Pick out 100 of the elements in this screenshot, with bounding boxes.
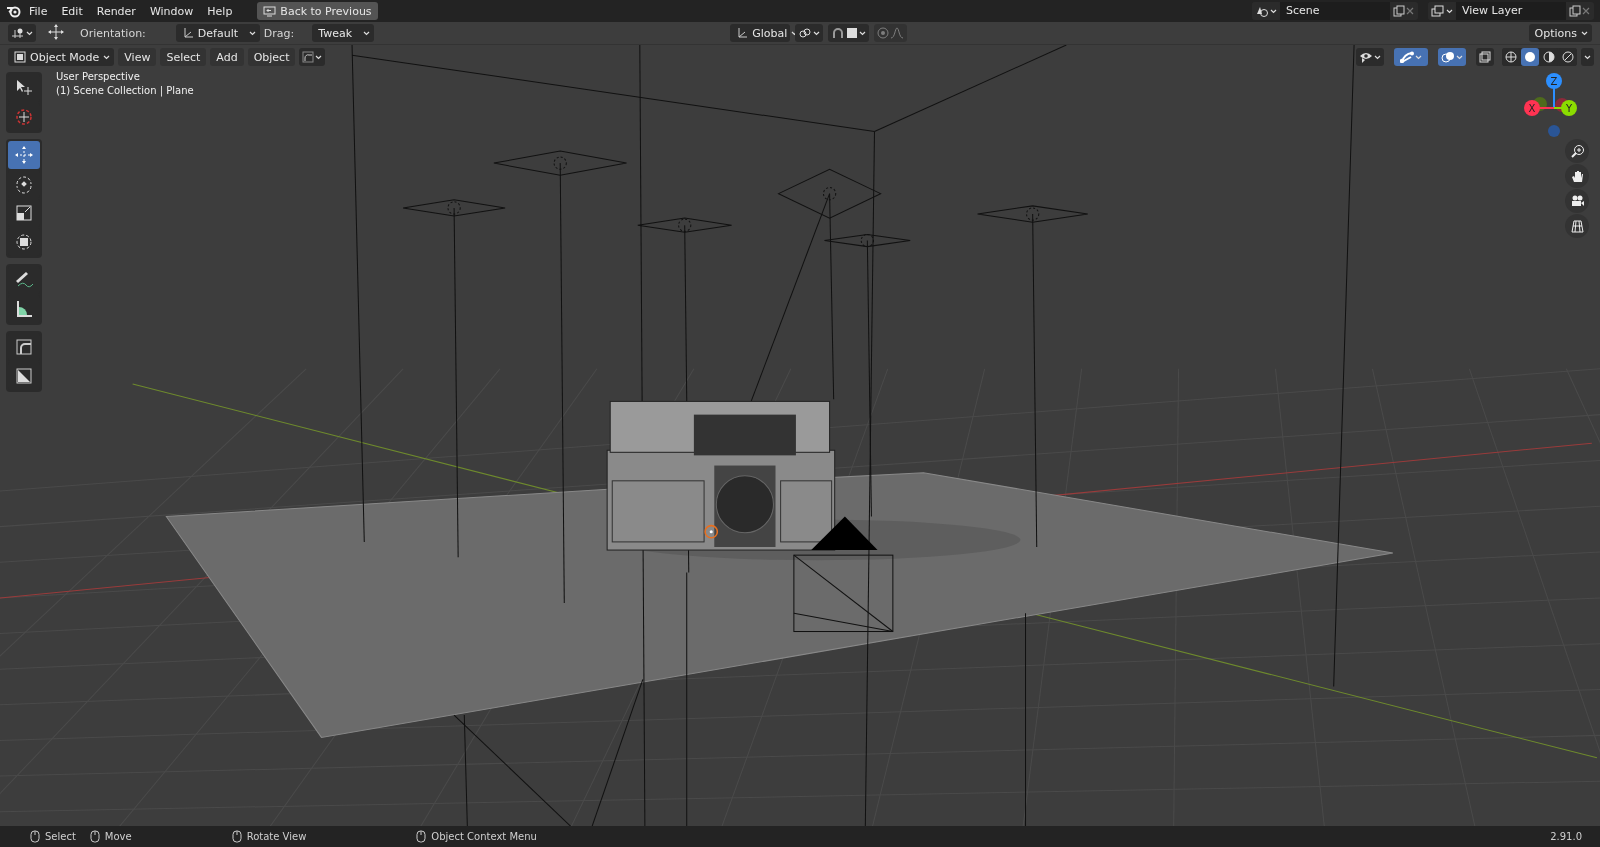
monitor-icon [263,5,277,17]
close-icon [1581,6,1591,16]
menu-item[interactable]: Select [160,48,207,66]
status-hint: Rotate View [246,831,307,842]
menu-item[interactable]: File [22,2,55,20]
camera-icon [1569,193,1585,209]
back-to-previous-button[interactable]: Back to Previous [257,2,378,20]
caret-icon [1270,8,1277,14]
viewport-navigation-button[interactable] [1565,214,1589,238]
menu-item[interactable]: Add [210,48,244,66]
proportional-editing-toggle[interactable] [874,24,908,42]
menu-item[interactable]: Render [89,2,143,20]
shading-mode-button[interactable] [1559,48,1577,66]
version-label: 2.91.0 [1550,831,1582,842]
drag-label: Drag: [262,26,296,40]
gizmo-arrows-icon [1400,51,1414,63]
hand-icon [1569,168,1585,184]
material-sphere-icon [1543,51,1555,63]
layers-icon [1431,5,1445,17]
mouse-icon [416,830,427,843]
menu-item[interactable]: Object [247,48,296,66]
menu-item[interactable]: View [118,48,157,66]
xray-toggle[interactable] [1476,48,1494,66]
corner-tool-icon [13,336,35,358]
close-icon [1405,6,1415,16]
solid-sphere-icon [1524,51,1536,63]
duplicate-icon [1393,5,1405,17]
magnet-icon [831,27,846,39]
tool-settings-menu[interactable] [8,24,36,42]
link-icon [798,27,813,39]
view-perspective-label: User Perspective [56,71,141,82]
status-hint: Select [45,831,76,842]
caret-icon [1446,8,1453,14]
zoom-icon [1569,143,1585,159]
menu-item[interactable]: Edit [54,2,90,20]
options-dropdown[interactable]: Options [1528,24,1592,42]
falloff-curve-icon [890,27,905,39]
caret-icon [859,30,867,36]
caret-icon [363,30,371,36]
overlapping-circles-icon [1441,51,1455,63]
rendered-sphere-icon [1562,51,1574,63]
axes-icon [736,27,749,39]
mode-dropdown[interactable]: Object Mode [8,48,115,66]
caret-icon [1374,54,1381,60]
gizmo-toggle[interactable] [1394,48,1428,66]
caret-icon [26,30,33,36]
viewport-navigation-button[interactable] [1565,164,1589,188]
drag-dropdown[interactable]: Tweak [312,24,375,42]
xray-icon [1479,51,1491,63]
viewport-navigation-button[interactable] [1565,139,1589,163]
move-tool-icon [13,144,35,166]
mouse-icon [30,830,40,843]
curve-icon [302,51,315,63]
negative-axis-handle[interactable] [1548,125,1560,137]
scale-tool-icon [13,202,35,224]
data-block-menu[interactable] [1428,2,1456,20]
shading-mode-button[interactable] [1540,48,1558,66]
eye-pointer-icon [1359,51,1373,63]
grid-icon [1569,218,1585,234]
scene-name-field[interactable]: Scene [1280,2,1390,20]
shading-mode-button[interactable] [1502,48,1520,66]
viewport-navigation-button[interactable] [1565,189,1589,213]
caret-icon [1456,54,1463,60]
caret-icon [248,30,256,36]
transform-tool-icon [13,231,35,253]
pivot-point-menu[interactable] [795,24,824,42]
menu-item[interactable]: Help [200,2,240,20]
snap-toggle[interactable] [828,24,870,42]
active-object-label: (1) Scene Collection | Plane [56,85,194,96]
overlays-toggle[interactable] [1438,48,1466,66]
square-icon [846,27,859,39]
duplicate-icon [1569,5,1581,17]
cube-icon [14,51,26,63]
mouse-icon [231,830,242,843]
orientation-dropdown[interactable]: Default [175,24,260,42]
tool-icon [11,27,25,39]
dot-circle-icon [877,27,890,39]
shading-options-menu[interactable] [1581,48,1594,66]
app-logo-icon [6,4,22,18]
visibility-menu[interactable] [1356,48,1384,66]
caret-icon [1581,30,1588,36]
mouse-icon [89,830,100,843]
transform-affect-menu[interactable] [299,48,326,66]
status-hint: Move [104,831,132,842]
rotate-tool-icon [13,173,35,195]
caret-icon [813,30,821,36]
status-hint: Object Context Menu [431,831,537,842]
cursor-tool-icon [13,106,35,128]
move-tool-icon [46,22,66,41]
axes-icon [181,27,194,39]
scene-icon [1255,5,1269,17]
half-tool-icon [13,365,35,387]
shading-mode-button[interactable] [1521,48,1539,66]
menu-item[interactable]: Window [142,2,201,20]
wireframe-sphere-icon [1505,51,1517,63]
caret-icon [1415,54,1422,60]
caret-icon [103,54,111,60]
orientation-label: Orientation: [79,26,147,40]
caret-icon [1584,54,1591,60]
axis-handle[interactable]: Z [1546,73,1562,109]
